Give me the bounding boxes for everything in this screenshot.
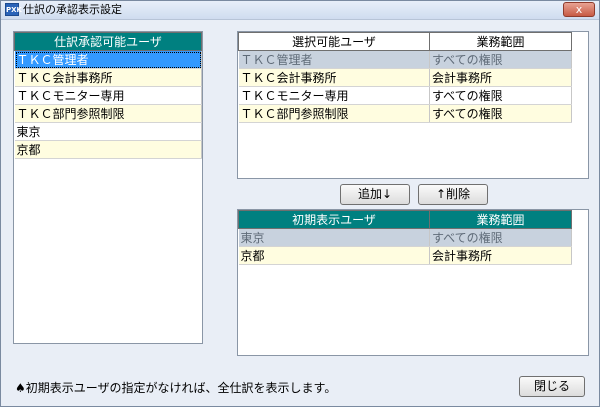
list-item-label: ＴＫＣ部門参照制限: [14, 104, 202, 123]
list-item-label: 京都: [14, 140, 202, 159]
cell-user: ＴＫＣ会計事務所: [238, 68, 430, 87]
cell-user: ＴＫＣ部門参照制限: [238, 104, 430, 123]
add-button[interactable]: 追加↓: [340, 184, 410, 205]
list-item[interactable]: ＴＫＣモニター専用: [14, 86, 202, 105]
list-item[interactable]: ＴＫＣ部門参照制限: [14, 104, 202, 123]
window-close-button[interactable]: x: [563, 2, 595, 17]
cell-scope: 会計事務所: [429, 246, 572, 265]
table-row[interactable]: ＴＫＣ部門参照制限 すべての権限: [238, 104, 572, 123]
list-item[interactable]: ＴＫＣ管理者: [14, 50, 202, 69]
list-item[interactable]: 京都: [14, 140, 202, 159]
title-bar: PXK 仕訳の承認表示設定 x: [1, 1, 599, 20]
cell-scope: すべての権限: [429, 228, 572, 247]
approvable-users-list: 仕訳承認可能ユーザ ＴＫＣ管理者 ＴＫＣ会計事務所 ＴＫＣモニター専用 ＴＫＣ部…: [13, 31, 203, 344]
approvable-users-table: 仕訳承認可能ユーザ ＴＫＣ管理者 ＴＫＣ会計事務所 ＴＫＣモニター専用 ＴＫＣ部…: [14, 32, 202, 159]
close-button[interactable]: 閉じる: [519, 376, 585, 397]
list-item-label: 東京: [14, 122, 202, 141]
cell-user: 京都: [238, 246, 430, 265]
approvable-users-header-label: 仕訳承認可能ユーザ: [14, 32, 202, 51]
approvable-users-header: 仕訳承認可能ユーザ: [14, 32, 202, 51]
cell-scope: すべての権限: [429, 86, 572, 105]
cell-user: 東京: [238, 228, 430, 247]
column-header-user: 選択可能ユーザ: [238, 32, 430, 51]
list-item-label: ＴＫＣモニター専用: [14, 86, 202, 105]
table-row[interactable]: ＴＫＣ会計事務所 会計事務所: [238, 68, 572, 87]
selectable-users-table: 選択可能ユーザ 業務範囲 ＴＫＣ管理者 すべての権限 ＴＫＣ会計事務所 会計事務…: [238, 32, 572, 123]
app-icon: PXK: [5, 3, 22, 16]
cell-user: ＴＫＣモニター専用: [238, 86, 430, 105]
cell-user: ＴＫＣ管理者: [238, 50, 430, 69]
list-item[interactable]: 東京: [14, 122, 202, 141]
cell-scope: すべての権限: [429, 104, 572, 123]
list-item-label: ＴＫＣ管理者: [14, 50, 202, 69]
list-item[interactable]: ＴＫＣ会計事務所: [14, 68, 202, 87]
footnote-text: ♠初期表示ユーザの指定がなければ、全仕訳を表示します。: [15, 381, 337, 395]
table-row[interactable]: 京都 会計事務所: [238, 246, 572, 265]
initial-users-list: 初期表示ユーザ 業務範囲 東京 すべての権限 京都 会計事務所: [237, 209, 589, 356]
table-row[interactable]: ＴＫＣモニター専用 すべての権限: [238, 86, 572, 105]
dialog-window: PXK 仕訳の承認表示設定 x 仕訳承認可能ユーザ ＴＫＣ管理者 ＴＫＣ会計事務…: [0, 0, 600, 407]
initial-users-header: 初期表示ユーザ 業務範囲: [238, 210, 572, 229]
cell-scope: 会計事務所: [429, 68, 572, 87]
table-row[interactable]: 東京 すべての権限: [238, 228, 572, 247]
selectable-users-list: 選択可能ユーザ 業務範囲 ＴＫＣ管理者 すべての権限 ＴＫＣ会計事務所 会計事務…: [237, 31, 589, 179]
table-row[interactable]: ＴＫＣ管理者 すべての権限: [238, 50, 572, 69]
window-title: 仕訳の承認表示設定: [23, 3, 122, 16]
list-item-label: ＴＫＣ会計事務所: [14, 68, 202, 87]
initial-users-table: 初期表示ユーザ 業務範囲 東京 すべての権限 京都 会計事務所: [238, 210, 572, 265]
delete-button[interactable]: ↑削除: [418, 184, 488, 205]
column-header-scope: 業務範囲: [429, 32, 572, 51]
cell-scope: すべての権限: [429, 50, 572, 69]
column-header-user: 初期表示ユーザ: [238, 210, 430, 229]
selectable-users-header: 選択可能ユーザ 業務範囲: [238, 32, 572, 51]
column-header-scope: 業務範囲: [429, 210, 572, 229]
